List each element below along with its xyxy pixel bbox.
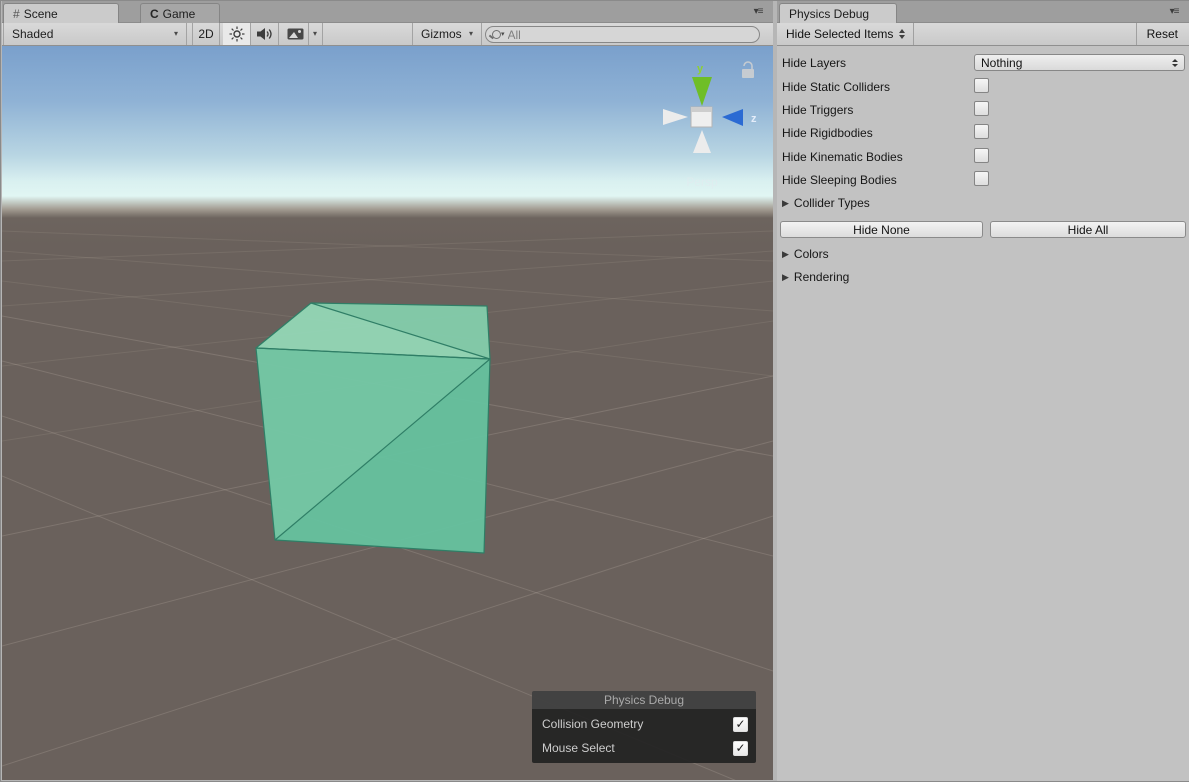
tab-scene[interactable]: # Scene xyxy=(3,3,119,23)
hide-layers-label: Hide Layers xyxy=(782,54,846,72)
hide-selected-items-popup[interactable]: Hide Selected Items xyxy=(777,23,914,45)
physics-panel-menu-icon[interactable]: ▾≡ xyxy=(1164,5,1184,19)
foldout-arrow-icon: ▶ xyxy=(782,249,789,260)
mouse-select-checkbox[interactable]: ✓ xyxy=(733,741,748,756)
effects-toggle-button[interactable] xyxy=(282,23,309,45)
physics-debug-panel: Physics Debug ▾≡ Hide Selected Items Res… xyxy=(777,1,1189,781)
hide-sleeping-bodies-label: Hide Sleeping Bodies xyxy=(782,171,897,189)
search-icon xyxy=(492,30,501,39)
hide-sleeping-bodies-checkbox[interactable] xyxy=(974,171,989,186)
gizmos-label: Gizmos xyxy=(421,27,462,41)
game-icon: C xyxy=(150,7,159,21)
scene-panel: # Scene C Game ▾≡ Shaded ▾ 2D xyxy=(2,1,773,781)
lighting-toggle-button[interactable] xyxy=(223,23,251,45)
axis-z-label: z xyxy=(751,113,757,125)
tab-physics-debug[interactable]: Physics Debug xyxy=(779,3,897,23)
audio-toggle-button[interactable] xyxy=(251,23,279,45)
colors-foldout[interactable]: ▶ Colors xyxy=(782,245,829,263)
hide-rigidbodies-checkbox[interactable] xyxy=(974,124,989,139)
colors-label: Colors xyxy=(794,247,829,261)
collider-types-label: Collider Types xyxy=(794,196,870,210)
collision-geometry-label: Collision Geometry xyxy=(542,717,733,731)
reset-button[interactable]: Reset xyxy=(1136,23,1188,45)
tab-game[interactable]: C Game xyxy=(140,3,220,23)
axis-y-label: y xyxy=(697,63,704,75)
physics-tab-strip: Physics Debug ▾≡ xyxy=(777,1,1189,23)
chevron-down-icon: ▾ xyxy=(469,30,473,38)
hide-all-button[interactable]: Hide All xyxy=(990,221,1186,238)
cube-object[interactable] xyxy=(256,303,490,553)
projection-mode-label[interactable]: Persp xyxy=(686,175,718,189)
tab-scene-label: Scene xyxy=(24,7,58,21)
scene-viewport[interactable]: y z Persp Physics Debug Coll xyxy=(2,46,773,780)
sun-icon xyxy=(229,26,245,42)
unity-editor-window: # Scene C Game ▾≡ Shaded ▾ 2D xyxy=(0,0,1189,782)
overlay-title[interactable]: Physics Debug xyxy=(532,691,756,709)
overlay-row-collision-geometry: Collision Geometry ✓ xyxy=(532,712,756,736)
gizmo-center-cube-top xyxy=(691,107,712,112)
chevron-down-icon: ▾ xyxy=(313,30,317,38)
shading-mode-dropdown[interactable]: Shaded ▾ xyxy=(3,23,187,45)
physics-toolbar: Hide Selected Items Reset xyxy=(777,23,1189,46)
hide-static-colliders-checkbox[interactable] xyxy=(974,78,989,93)
hide-triggers-checkbox[interactable] xyxy=(974,101,989,116)
shading-mode-label: Shaded xyxy=(12,27,53,41)
grid-icon: # xyxy=(13,7,20,21)
rendering-label: Rendering xyxy=(794,270,849,284)
mouse-select-label: Mouse Select xyxy=(542,741,733,755)
rendering-foldout[interactable]: ▶ Rendering xyxy=(782,268,849,286)
search-field: ▾ xyxy=(485,26,760,43)
hide-triggers-label: Hide Triggers xyxy=(782,101,853,119)
hide-none-button[interactable]: Hide None xyxy=(780,221,983,238)
scene-tab-strip: # Scene C Game ▾≡ xyxy=(2,1,773,23)
chevron-down-icon: ▾ xyxy=(174,30,178,38)
gizmos-dropdown[interactable]: Gizmos ▾ xyxy=(412,23,482,45)
scene-toolbar: Shaded ▾ 2D xyxy=(2,23,773,46)
foldout-arrow-icon: ▶ xyxy=(782,272,789,283)
search-input[interactable] xyxy=(508,28,753,42)
speaker-icon xyxy=(256,27,273,41)
effects-dropdown-caret[interactable]: ▾ xyxy=(308,23,323,45)
scene-panel-menu-icon[interactable]: ▾≡ xyxy=(748,5,768,19)
image-icon xyxy=(287,28,304,40)
tab-physics-debug-label: Physics Debug xyxy=(789,7,869,21)
collision-geometry-checkbox[interactable]: ✓ xyxy=(733,717,748,732)
hide-layers-dropdown[interactable]: Nothing xyxy=(974,54,1185,71)
toggle-2d-label: 2D xyxy=(198,27,213,41)
hide-selected-items-label: Hide Selected Items xyxy=(786,27,893,41)
hide-rigidbodies-label: Hide Rigidbodies xyxy=(782,124,873,142)
toggle-2d-button[interactable]: 2D xyxy=(192,23,220,45)
collider-types-foldout[interactable]: ▶ Collider Types xyxy=(782,194,870,212)
axis-x-cone[interactable] xyxy=(663,109,688,125)
axis-bottom-cone[interactable] xyxy=(693,130,711,153)
axis-y-cone[interactable] xyxy=(692,77,712,106)
orientation-gizmo[interactable]: y z Persp xyxy=(647,56,767,206)
updown-arrows-icon xyxy=(1172,59,1178,67)
axis-z-cone[interactable] xyxy=(722,109,743,126)
hide-kinematic-bodies-checkbox[interactable] xyxy=(974,148,989,163)
updown-arrows-icon xyxy=(899,29,905,39)
hide-kinematic-bodies-label: Hide Kinematic Bodies xyxy=(782,148,903,166)
physics-debug-overlay: Physics Debug Collision Geometry ✓ Mouse… xyxy=(532,691,756,763)
tab-game-label: Game xyxy=(163,7,196,21)
lock-icon[interactable] xyxy=(742,62,754,78)
overlay-row-mouse-select: Mouse Select ✓ xyxy=(532,736,756,760)
overlay-body: Collision Geometry ✓ Mouse Select ✓ xyxy=(532,709,756,763)
foldout-arrow-icon: ▶ xyxy=(782,198,789,209)
hide-layers-value: Nothing xyxy=(981,56,1022,70)
search-filter-caret-icon: ▾ xyxy=(501,31,505,39)
hide-static-colliders-label: Hide Static Colliders xyxy=(782,78,890,96)
